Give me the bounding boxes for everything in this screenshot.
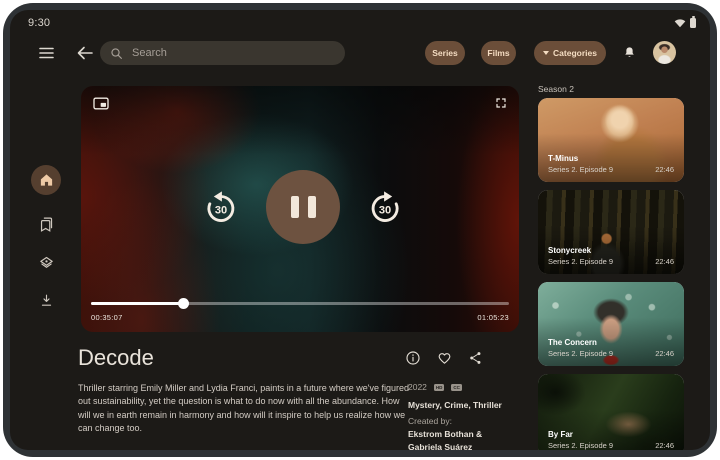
filter-films-button[interactable]: Films: [481, 41, 516, 65]
forward-30-icon: 30: [367, 189, 403, 225]
episode-card-stonycreek[interactable]: Stonycreek Series 2. Episode 9 22:46: [538, 190, 684, 274]
menu-button[interactable]: [38, 46, 54, 60]
episode-duration: 22:46: [655, 257, 674, 266]
progress-thumb[interactable]: [178, 298, 189, 309]
season-header: Season 2: [538, 84, 574, 94]
play-pause-button[interactable]: [266, 170, 340, 244]
filter-series-label: Series: [432, 48, 458, 58]
filter-categories-button[interactable]: Categories: [534, 41, 606, 65]
skip-back-button[interactable]: 30: [203, 189, 239, 225]
creators-line2: Gabriela Suárez: [408, 442, 472, 450]
page-title: Decode: [78, 345, 154, 371]
avatar[interactable]: [653, 41, 676, 64]
svg-text:30: 30: [215, 204, 227, 216]
episode-card-t-minus[interactable]: T-Minus Series 2. Episode 9 22:46: [538, 98, 684, 182]
status-icons: [674, 18, 696, 28]
episode-duration: 22:46: [655, 165, 674, 174]
bookmarks-icon: [38, 216, 55, 233]
episode-duration: 22:46: [655, 441, 674, 450]
release-year: 2022: [408, 382, 427, 392]
share-button[interactable]: [466, 349, 484, 367]
back-button[interactable]: [76, 44, 94, 62]
creators-line1: Ekstrom Bothan &: [408, 429, 482, 439]
pause-icon: [291, 196, 299, 218]
sidebar-item-home[interactable]: [31, 165, 61, 195]
bell-icon: [622, 45, 637, 61]
episode-title: By Far: [548, 430, 573, 439]
episode-title: T-Minus: [548, 154, 578, 163]
episode-card-the-concern[interactable]: The Concern Series 2. Episode 9 22:46: [538, 282, 684, 366]
episode-subtitle: Series 2. Episode 9: [548, 165, 613, 174]
description-text: Thriller starring Emily Miller and Lydia…: [78, 382, 410, 436]
status-time: 9:30: [28, 17, 50, 29]
search-bar[interactable]: [100, 41, 345, 65]
search-input[interactable]: [130, 46, 335, 60]
created-by-label: Created by:: [408, 416, 452, 426]
filter-series-button[interactable]: Series: [425, 41, 465, 65]
share-icon: [468, 350, 483, 366]
info-button[interactable]: [404, 349, 422, 367]
download-icon: [39, 293, 54, 308]
video-player: 30 30 00:35:07 01:05:23: [81, 86, 519, 332]
episode-card-by-far[interactable]: By Far Series 2. Episode 9 22:46: [538, 374, 684, 450]
home-icon: [39, 173, 54, 187]
battery-icon: [690, 18, 696, 28]
episode-subtitle: Series 2. Episode 9: [548, 257, 613, 266]
wifi-icon: [674, 18, 686, 28]
skip-forward-button[interactable]: 30: [367, 189, 403, 225]
replay-30-icon: 30: [203, 189, 239, 225]
back-arrow-icon: [77, 46, 93, 60]
app-screen: 9:30 Series Films Categories: [10, 10, 710, 450]
pip-icon: [93, 97, 109, 110]
favorite-button[interactable]: [435, 349, 453, 367]
episode-title: The Concern: [548, 338, 597, 347]
episode-duration: 22:46: [655, 349, 674, 358]
svg-text:30: 30: [379, 204, 391, 216]
fullscreen-button[interactable]: [495, 97, 507, 109]
info-icon: [405, 350, 421, 366]
filter-films-label: Films: [487, 48, 509, 58]
sidebar-item-bookmarks[interactable]: [36, 214, 56, 234]
filter-categories-label: Categories: [553, 48, 597, 58]
pause-icon: [308, 196, 316, 218]
layers-icon: [38, 255, 55, 272]
notifications-button[interactable]: [619, 43, 639, 63]
sidebar-item-downloads[interactable]: [36, 290, 56, 310]
heart-icon: [436, 350, 453, 366]
captions-badge: CC: [451, 384, 462, 391]
episode-subtitle: Series 2. Episode 9: [548, 441, 613, 450]
progress-played: [91, 302, 183, 305]
quality-badge: HD: [434, 384, 445, 391]
progress-slider[interactable]: [91, 302, 509, 305]
elapsed-time: 00:35:07: [91, 313, 123, 322]
pip-button[interactable]: [93, 97, 109, 110]
genres-text: Mystery, Crime, Thriller: [408, 400, 502, 410]
total-time: 01:05:23: [477, 313, 509, 322]
sidebar-item-library[interactable]: [36, 253, 56, 273]
episode-subtitle: Series 2. Episode 9: [548, 349, 613, 358]
fullscreen-icon: [495, 97, 507, 109]
search-icon: [110, 47, 123, 60]
menu-icon: [39, 47, 54, 59]
episode-title: Stonycreek: [548, 246, 591, 255]
caret-down-icon: [543, 51, 549, 55]
meta-year-row: 2022 HD CC: [408, 382, 462, 392]
